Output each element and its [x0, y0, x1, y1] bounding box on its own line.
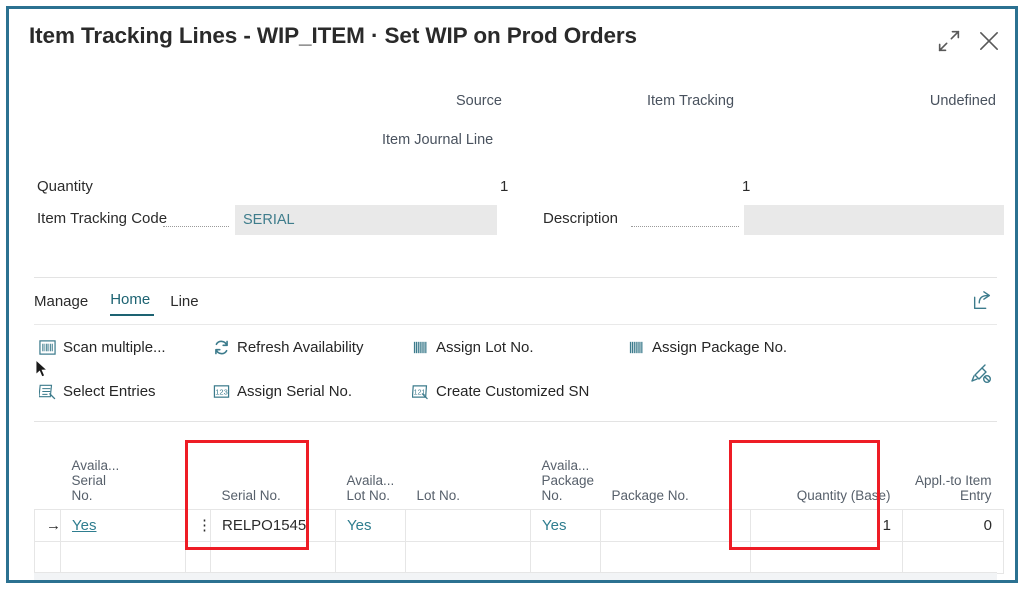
col-availability-package-no: Availa... Package No. — [531, 437, 601, 509]
col-quantity-base: Quantity (Base) — [751, 437, 903, 509]
grid-icon — [412, 339, 429, 356]
ribbon-action-row-2: Select Entries 123 Assign Serial No. 121 — [39, 383, 939, 421]
column-header-source: Source — [456, 93, 502, 109]
assign-serial-no-button[interactable]: 123 Assign Serial No. — [213, 383, 352, 400]
col-appl-to-item-entry: Appl.-to Item Entry — [903, 437, 1004, 509]
select-entries-button[interactable]: Select Entries — [39, 383, 156, 400]
field-row: Item Tracking Code SERIAL Description — [9, 201, 1015, 257]
ribbon-bottom-divider — [34, 421, 997, 422]
cell-availability-lot-no[interactable] — [336, 541, 406, 573]
ribbon-actions: Scan multiple... Refresh Availability — [39, 339, 939, 421]
assign-package-no-label: Assign Package No. — [652, 339, 787, 356]
col-lot-no: Lot No. — [406, 437, 531, 509]
item-tracking-code-leader — [163, 212, 229, 227]
cell-package-no[interactable] — [601, 541, 751, 573]
col-availability-serial-no: Availa... Serial No. — [61, 437, 186, 509]
title-bar: Item Tracking Lines - WIP_ITEM · Set WIP… — [9, 9, 1015, 71]
availability-serial-link[interactable]: Yes — [72, 517, 96, 534]
refresh-availability-button[interactable]: Refresh Availability — [213, 339, 363, 356]
description-input[interactable] — [744, 205, 1004, 235]
expand-icon[interactable] — [935, 27, 963, 55]
row-menu-button[interactable]: ⋮ — [186, 509, 211, 541]
col-serial-no: Serial No. — [211, 437, 336, 509]
ribbon-mid-divider — [34, 324, 997, 325]
close-icon[interactable] — [975, 27, 1003, 55]
tab-home[interactable]: Home — [110, 291, 154, 316]
unpin-icon[interactable] — [969, 362, 993, 386]
summary-subtitle: Item Journal Line — [382, 132, 493, 148]
quantity-source-value: 1 — [500, 178, 508, 195]
assign-lot-no-button[interactable]: Assign Lot No. — [412, 339, 534, 356]
share-icon[interactable] — [971, 290, 993, 312]
table-row[interactable]: → Yes ⋮ RELPO1545 Yes Yes 1 0 — [35, 509, 1004, 541]
create-customized-sn-button[interactable]: 121 Create Customized SN — [412, 383, 589, 400]
cell-package-no[interactable] — [601, 509, 751, 541]
cell-availability-serial-no[interactable]: Yes — [61, 509, 186, 541]
table-row[interactable] — [35, 541, 1004, 573]
123-icon: 123 — [213, 383, 230, 400]
availability-lot-value: Yes — [347, 517, 371, 534]
cell-lot-no[interactable] — [406, 509, 531, 541]
item-tracking-lines-dialog: Item Tracking Lines - WIP_ITEM · Set WIP… — [6, 6, 1018, 583]
customized-sn-icon: 121 — [412, 383, 429, 400]
cell-quantity-base[interactable]: 1 — [751, 509, 903, 541]
description-label: Description — [543, 210, 618, 227]
row-indicator — [35, 541, 61, 573]
scan-multiple-button[interactable]: Scan multiple... — [39, 339, 166, 356]
summary-section: Source Item Tracking Undefined Item Jour… — [9, 71, 1015, 201]
item-tracking-code-input[interactable]: SERIAL — [235, 205, 497, 235]
cell-serial-no[interactable]: RELPO1545 — [211, 509, 336, 541]
cell-row-menu[interactable] — [186, 541, 211, 573]
ribbon-tabs: Manage Home Line — [34, 291, 221, 316]
grid-footer — [34, 572, 997, 583]
cell-appl-to-item-entry[interactable] — [903, 541, 1004, 573]
column-header-undefined: Undefined — [930, 93, 996, 109]
quantity-tracking-value: 1 — [742, 178, 750, 195]
ribbon-top-divider — [34, 277, 997, 278]
select-entries-icon — [39, 383, 56, 400]
col-package-no: Package No. — [601, 437, 751, 509]
scan-multiple-label: Scan multiple... — [63, 339, 166, 356]
row-indicator: → — [35, 509, 61, 541]
cell-availability-package-no[interactable]: Yes — [531, 509, 601, 541]
col-row-menu — [186, 437, 211, 509]
assign-serial-no-label: Assign Serial No. — [237, 383, 352, 400]
col-availability-lot-no: Availa... Lot No. — [336, 437, 406, 509]
item-tracking-grid: Availa... Serial No. Serial No. Availa..… — [34, 437, 997, 574]
column-header-item-tracking: Item Tracking — [647, 93, 734, 109]
quantity-row-label: Quantity — [37, 178, 93, 195]
create-customized-sn-label: Create Customized SN — [436, 383, 589, 400]
tab-line[interactable]: Line — [170, 293, 212, 316]
svg-text:123: 123 — [215, 388, 228, 397]
description-leader — [631, 212, 739, 227]
ribbon-action-row-1: Scan multiple... Refresh Availability — [39, 339, 939, 377]
select-entries-label: Select Entries — [63, 383, 156, 400]
cell-availability-lot-no[interactable]: Yes — [336, 509, 406, 541]
cell-availability-package-no[interactable] — [531, 541, 601, 573]
cell-lot-no[interactable] — [406, 541, 531, 573]
refresh-icon — [213, 339, 230, 356]
refresh-availability-label: Refresh Availability — [237, 339, 363, 356]
barcode-icon — [39, 339, 56, 356]
cell-appl-to-item-entry[interactable]: 0 — [903, 509, 1004, 541]
col-row-indicator — [35, 437, 61, 509]
availability-package-value: Yes — [542, 517, 566, 534]
assign-lot-no-label: Assign Lot No. — [436, 339, 534, 356]
tab-manage[interactable]: Manage — [34, 293, 102, 316]
item-tracking-code-label: Item Tracking Code — [37, 210, 167, 227]
grid-header-row: Availa... Serial No. Serial No. Availa..… — [35, 437, 1004, 509]
assign-package-no-button[interactable]: Assign Package No. — [628, 339, 787, 356]
page-title: Item Tracking Lines - WIP_ITEM · Set WIP… — [29, 23, 637, 49]
cell-serial-no[interactable] — [211, 541, 336, 573]
cell-quantity-base[interactable] — [751, 541, 903, 573]
cell-availability-serial-no[interactable] — [61, 541, 186, 573]
grid-icon — [628, 339, 645, 356]
